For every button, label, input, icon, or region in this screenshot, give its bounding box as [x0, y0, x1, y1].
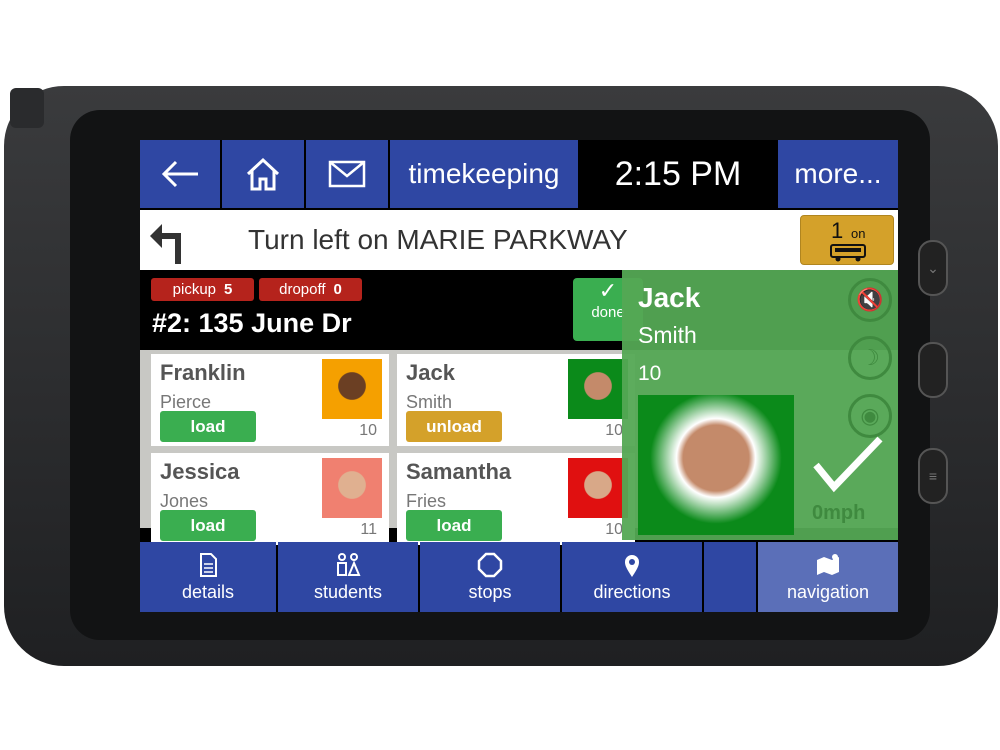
dropoff-badge: dropoff 0 — [259, 278, 362, 301]
first-name: Jessica — [160, 459, 240, 484]
messages-button[interactable] — [306, 140, 388, 208]
stop-sign-icon — [477, 552, 503, 577]
map-icon — [817, 553, 839, 575]
pickup-label: pickup — [172, 281, 216, 298]
selected-first-name: Jack — [638, 282, 701, 313]
nav-details[interactable]: details — [140, 542, 276, 612]
stop-title: #2: 135 June Dr — [152, 308, 352, 338]
speed-readout: 0mph — [812, 502, 866, 524]
screen: timekeeping 2:15 PM more... Turn left on… — [140, 140, 898, 612]
student-card[interactable]: Samantha Fries load 10 — [397, 453, 635, 545]
nav-label: stops — [468, 581, 512, 602]
home-icon — [246, 157, 280, 191]
direction-bar: Turn left on MARIE PARKWAY 1 on — [140, 210, 898, 270]
pickup-count: 5 — [224, 281, 233, 298]
grade: 10 — [605, 521, 623, 538]
load-button[interactable]: load — [406, 510, 502, 541]
onboard-count: 1 — [831, 218, 844, 243]
unload-button[interactable]: unload — [406, 411, 502, 442]
more-button[interactable]: more... — [778, 140, 898, 208]
grade: 10 — [359, 422, 377, 439]
student-photo — [568, 458, 628, 518]
last-name: Fries — [406, 491, 446, 511]
load-button[interactable]: load — [160, 510, 256, 541]
night-mode-icon[interactable]: ☽ — [848, 336, 892, 380]
document-icon — [200, 552, 217, 577]
confirm-check-icon[interactable] — [812, 435, 884, 493]
nav-navigation[interactable]: navigation — [758, 542, 898, 612]
student-card[interactable]: Jessica Jones load 11 — [151, 453, 389, 545]
timekeeping-button[interactable]: timekeeping — [390, 140, 578, 208]
last-name: Jones — [160, 491, 209, 511]
stylus — [10, 88, 44, 128]
nav-directions[interactable]: directions — [562, 542, 702, 612]
student-photo — [322, 458, 382, 518]
student-photo — [568, 359, 628, 419]
load-button[interactable]: load — [160, 411, 256, 442]
last-name: Pierce — [160, 392, 212, 412]
students-icon — [337, 552, 361, 576]
onboard-label: on — [851, 226, 866, 241]
student-photo — [322, 359, 382, 419]
first-name: Samantha — [406, 459, 512, 484]
nav-label: details — [181, 581, 235, 602]
map-pin-icon — [625, 554, 639, 577]
grade: 10 — [605, 422, 623, 439]
dropoff-count: 0 — [333, 281, 342, 298]
last-name: Smith — [406, 392, 453, 412]
selected-student-photo — [638, 395, 794, 535]
home-button[interactable] — [222, 140, 304, 208]
student-card[interactable]: Jack Smith unload 10 — [397, 354, 635, 446]
grade: 11 — [360, 521, 377, 538]
arrow-left-icon — [161, 160, 198, 188]
back-button[interactable] — [140, 140, 220, 208]
clock: 2:15 PM — [580, 140, 776, 208]
pickup-badge: pickup 5 — [151, 278, 254, 301]
selected-last-name: Smith — [638, 322, 697, 348]
selected-grade: 10 — [638, 362, 662, 385]
mail-icon — [328, 160, 366, 188]
selected-student-panel[interactable]: Jack Smith 10 🔇 ☽ ◉ 0mph — [622, 270, 898, 540]
nav-label: students — [313, 581, 383, 602]
nav-students[interactable]: students — [278, 542, 418, 612]
recenter-icon[interactable]: ◉ — [848, 394, 892, 438]
nav-label: directions — [593, 581, 671, 602]
hardware-menu-button[interactable]: ≡ — [918, 448, 948, 504]
nav-label: navigation — [786, 581, 870, 602]
dropoff-label: dropoff — [279, 281, 326, 298]
first-name: Jack — [406, 360, 455, 385]
first-name: Franklin — [160, 360, 246, 385]
student-card[interactable]: Franklin Pierce load 10 — [151, 354, 389, 446]
bus-icon — [830, 244, 866, 262]
onboard-count-button[interactable]: 1 on — [800, 215, 894, 265]
hardware-back-button[interactable]: ⌄ — [918, 240, 948, 296]
turn-left-icon — [150, 224, 181, 264]
direction-text: Turn left on MARIE PARKWAY — [248, 224, 628, 255]
hardware-home-button[interactable] — [918, 342, 948, 398]
mute-icon[interactable]: 🔇 — [848, 278, 892, 322]
nav-stops[interactable]: stops — [420, 542, 560, 612]
nav-blank[interactable] — [704, 542, 756, 612]
